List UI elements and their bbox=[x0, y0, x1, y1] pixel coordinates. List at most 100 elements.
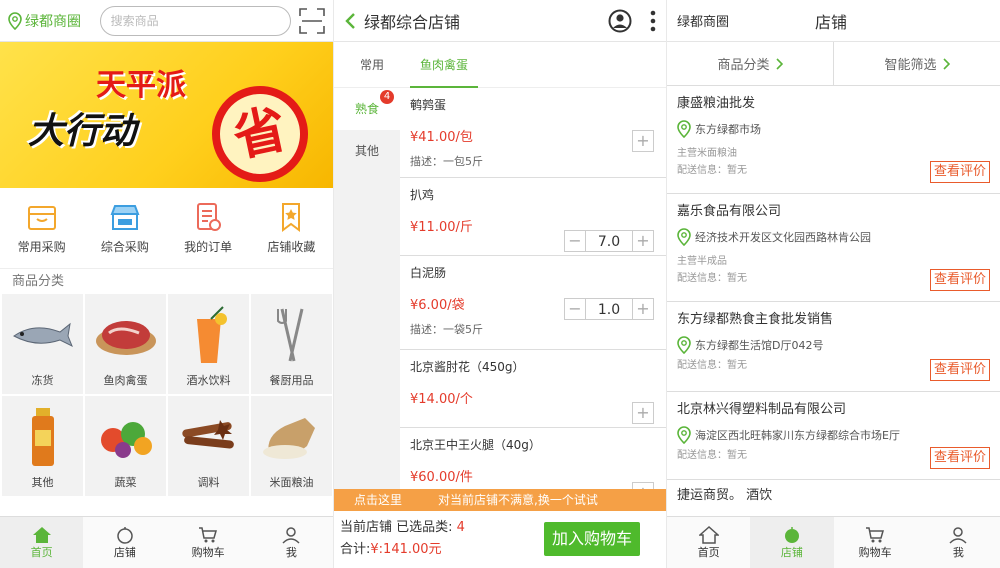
bottom-tab-bar: 首页 店铺 购物车 我 bbox=[0, 516, 333, 568]
filter-smart[interactable]: 智能筛选 bbox=[833, 42, 1000, 85]
tab-store[interactable]: 店铺 bbox=[750, 517, 834, 568]
quick-general-purchase[interactable]: 综合采购 bbox=[83, 202, 166, 268]
quick-my-orders[interactable]: 我的订单 bbox=[167, 202, 250, 268]
tab-label: 首页 bbox=[30, 545, 53, 559]
quick-regular-purchase[interactable]: 常用采购 bbox=[0, 202, 83, 268]
cart-total-label: 合计: bbox=[340, 542, 371, 557]
increment-button[interactable]: + bbox=[632, 130, 654, 152]
tab-me[interactable]: 我 bbox=[917, 517, 1000, 568]
category-label: 餐厨用品 bbox=[269, 374, 314, 387]
brand-label[interactable]: 绿都商圈 bbox=[677, 11, 815, 30]
store-tab-icon bbox=[784, 526, 799, 543]
increment-button[interactable]: + bbox=[632, 482, 654, 489]
page-title: 店铺 bbox=[815, 12, 848, 32]
shop-item[interactable]: 康盛粮油批发 东方绿都市场 主营米面粮油 配送信息：暂无 查看评价 bbox=[667, 86, 1000, 194]
cart-bar: 当前店铺 已选品类: 4 合计:¥:141.00元 加入购物车 bbox=[334, 511, 666, 567]
tab-frequent[interactable]: 常用 bbox=[350, 42, 394, 88]
product-desc: 描述：一袋5斤 bbox=[410, 323, 483, 336]
filter-category[interactable]: 商品分类 bbox=[667, 42, 833, 85]
banner-badge: 省 bbox=[203, 77, 317, 188]
product-name: 北京王中王火腿（40g） bbox=[410, 438, 541, 452]
category-grains[interactable]: 米面粮油 bbox=[251, 396, 332, 496]
quantity-value[interactable]: 1.0 bbox=[586, 298, 632, 320]
back-icon[interactable] bbox=[344, 12, 356, 30]
location-selector[interactable]: 绿都商圈 bbox=[8, 11, 100, 31]
tab-cart[interactable]: 购物车 bbox=[167, 517, 250, 568]
quantity-stepper: + bbox=[632, 130, 654, 152]
tab-label: 店铺 bbox=[113, 545, 136, 559]
add-to-cart-button[interactable]: 加入购物车 bbox=[544, 522, 640, 556]
drink-icon bbox=[189, 304, 229, 366]
home-icon bbox=[698, 525, 719, 544]
store-tab-icon bbox=[117, 526, 133, 544]
category-label: 冻货 bbox=[31, 374, 54, 387]
product-name: 鹌鹑蛋 bbox=[410, 98, 447, 112]
view-reviews-button[interactable]: 查看评价 bbox=[929, 359, 990, 381]
store-screen: 绿都综合店铺 常用 鱼肉禽蛋 熟食 4 其他 鹌鹑蛋 ¥41.00/包 描述：一… bbox=[334, 0, 666, 568]
decrement-button[interactable]: − bbox=[564, 298, 586, 320]
scan-icon[interactable] bbox=[299, 7, 325, 34]
basket-icon bbox=[27, 206, 56, 230]
tab-label: 购物车 bbox=[191, 545, 225, 559]
quick-store-favorites[interactable]: 店铺收藏 bbox=[250, 202, 333, 268]
shop-address: 东方绿都生活馆D厅042号 bbox=[677, 336, 990, 354]
category-other[interactable]: 其他 bbox=[2, 396, 83, 496]
category-frozen[interactable]: 冻货 bbox=[2, 294, 83, 394]
location-pin-icon bbox=[677, 426, 691, 444]
shop-item[interactable]: 捷运商贸。 酒饮 bbox=[667, 480, 1000, 514]
shop-address-text: 经济技术开发区文化园西路林肯公园 bbox=[695, 231, 871, 244]
user-icon bbox=[949, 526, 967, 544]
category-kitchenware[interactable]: 餐厨用品 bbox=[251, 294, 332, 394]
tab-cart[interactable]: 购物车 bbox=[834, 517, 917, 568]
shop-item[interactable]: 东方绿都熟食主食批发销售 东方绿都生活馆D厅042号 配送信息：暂无 查看评价 bbox=[667, 302, 1000, 392]
increment-button[interactable]: + bbox=[632, 298, 654, 320]
tab-home[interactable]: 首页 bbox=[0, 517, 84, 568]
decrement-button[interactable]: − bbox=[564, 230, 586, 252]
view-reviews-button[interactable]: 查看评价 bbox=[929, 447, 990, 469]
sidebar-item-deli[interactable]: 熟食 4 bbox=[334, 88, 400, 130]
shop-address: 经济技术开发区文化园西路林肯公园 bbox=[677, 228, 990, 246]
quantity-stepper: + bbox=[632, 482, 654, 489]
product-item: 白泥肠 ¥6.00/袋 描述：一袋5斤 − 1.0 + bbox=[400, 256, 666, 350]
category-meat-eggs[interactable]: 鱼肉禽蛋 bbox=[85, 294, 166, 394]
shop-item[interactable]: 嘉乐食品有限公司 经济技术开发区文化园西路林肯公园 主营半成品 配送信息：暂无 … bbox=[667, 194, 1000, 302]
search-input[interactable]: 搜索商品 bbox=[99, 5, 291, 36]
product-item: 扒鸡 ¥11.00/斤 − 7.0 + bbox=[400, 178, 666, 256]
category-seasoning[interactable]: 调料 bbox=[168, 396, 249, 496]
view-reviews-button[interactable]: 查看评价 bbox=[929, 269, 990, 291]
cart-category-count: 4 bbox=[456, 520, 465, 535]
tab-home[interactable]: 首页 bbox=[667, 517, 750, 568]
quantity-stepper: − 7.0 + bbox=[564, 230, 654, 252]
more-icon[interactable] bbox=[650, 10, 656, 32]
shop-main-business: 主营半成品 bbox=[677, 256, 727, 267]
product-item: 北京酱肘花（450g） ¥14.00/个 + bbox=[400, 350, 666, 428]
location-pin-icon bbox=[677, 120, 691, 138]
promo-link[interactable]: 点击这里 bbox=[354, 489, 402, 511]
switch-store-banner[interactable]: 点击这里 对当前店铺不满意,换一个试试 bbox=[334, 489, 666, 511]
tab-me[interactable]: 我 bbox=[250, 517, 333, 568]
category-drinks[interactable]: 酒水饮料 bbox=[168, 294, 249, 394]
shop-address: 海淀区西北旺韩家川东方绿都综合市场E厅 bbox=[677, 426, 990, 444]
increment-button[interactable]: + bbox=[632, 230, 654, 252]
product-desc: 描述：一包5斤 bbox=[410, 155, 483, 168]
chevron-right-icon bbox=[942, 57, 950, 70]
sidebar-item-other[interactable]: 其他 bbox=[334, 130, 400, 172]
profile-icon[interactable] bbox=[608, 9, 632, 33]
tab-label: 我 bbox=[285, 545, 297, 559]
view-reviews-button[interactable]: 查看评价 bbox=[929, 161, 990, 183]
promo-banner[interactable]: 天平派 大行动 省 bbox=[0, 42, 333, 188]
category-vegetables[interactable]: 蔬菜 bbox=[85, 396, 166, 496]
sidebar-item-label: 其他 bbox=[354, 144, 379, 158]
tab-store[interactable]: 店铺 bbox=[83, 517, 166, 568]
bottle-icon bbox=[28, 406, 58, 468]
shop-main-business: 主营米面粮油 bbox=[677, 148, 737, 159]
tab-label: 首页 bbox=[697, 545, 720, 559]
cart-icon bbox=[866, 526, 885, 542]
bookmark-icon bbox=[282, 203, 301, 232]
store-header: 绿都综合店铺 bbox=[334, 0, 666, 42]
quantity-value[interactable]: 7.0 bbox=[586, 230, 632, 252]
shop-item[interactable]: 北京林兴得塑料制品有限公司 海淀区西北旺韩家川东方绿都综合市场E厅 配送信息：暂… bbox=[667, 392, 1000, 480]
cart-summary: 当前店铺 已选品类: 4 合计:¥:141.00元 bbox=[340, 517, 544, 561]
increment-button[interactable]: + bbox=[632, 402, 654, 424]
tab-meat-eggs[interactable]: 鱼肉禽蛋 bbox=[410, 42, 479, 88]
